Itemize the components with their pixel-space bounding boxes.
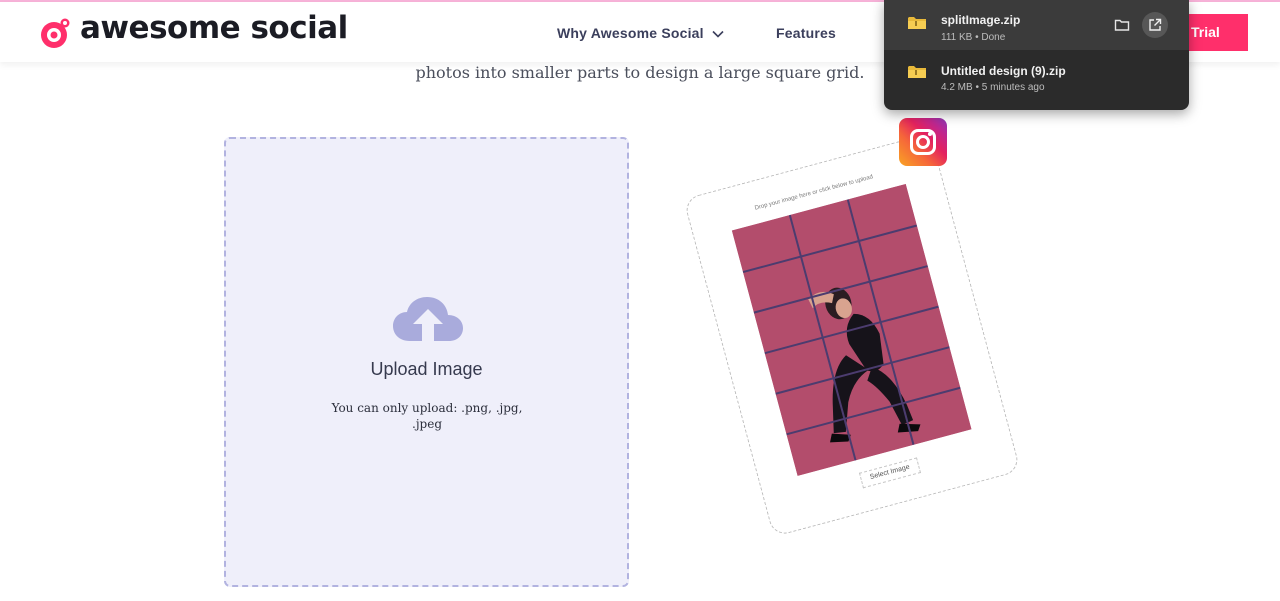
download-status: 4.2 MB • 5 minutes ago bbox=[941, 82, 1045, 93]
nav-why-label: Why Awesome Social bbox=[557, 25, 704, 41]
instagram-icon bbox=[899, 118, 947, 166]
upload-title: Upload Image bbox=[370, 359, 483, 379]
download-filename: Untitled design (9).zip bbox=[941, 64, 1066, 78]
open-external-icon bbox=[1149, 18, 1162, 31]
zip-folder-icon bbox=[908, 17, 926, 29]
nav-why-awesome-social[interactable]: Why Awesome Social bbox=[557, 25, 724, 41]
cloud-upload-icon bbox=[393, 297, 463, 341]
sample-photo bbox=[731, 183, 972, 476]
chevron-down-icon bbox=[712, 31, 724, 38]
show-in-folder-icon bbox=[1114, 19, 1130, 31]
upload-format-note: You can only upload: .png, .jpg, .jpeg bbox=[331, 401, 523, 431]
show-in-folder-button[interactable] bbox=[1109, 12, 1135, 38]
instagram-dot bbox=[928, 132, 932, 136]
open-file-button[interactable] bbox=[1142, 12, 1168, 38]
downloads-popup: splitImage.zip 111 KB • Done Untitled de… bbox=[884, 0, 1189, 110]
download-item[interactable]: Untitled design (9).zip 4.2 MB • 5 minut… bbox=[884, 52, 1189, 102]
download-filename: splitImage.zip bbox=[941, 13, 1021, 27]
brand-name[interactable]: awesome social bbox=[80, 10, 348, 46]
nav-features[interactable]: Features bbox=[776, 25, 836, 41]
awesome-social-logo-icon[interactable] bbox=[38, 17, 71, 50]
download-status: 111 KB • Done bbox=[941, 32, 1006, 43]
zip-folder-icon bbox=[908, 66, 926, 78]
grid-preview-illustration: Drop your image here or click below to u… bbox=[683, 132, 1021, 538]
instagram-lens bbox=[916, 135, 930, 149]
illustration-select-button: Select Image bbox=[858, 457, 922, 489]
download-item[interactable]: splitImage.zip 111 KB • Done bbox=[884, 0, 1189, 50]
upload-dropzone[interactable]: Upload Image You can only upload: .png, … bbox=[224, 137, 629, 587]
